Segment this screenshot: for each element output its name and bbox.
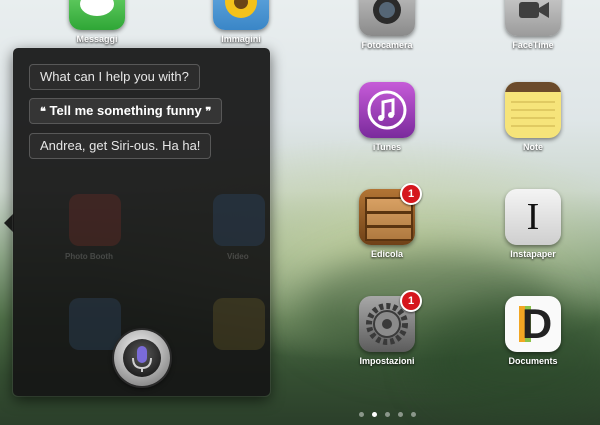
- instapaper-glyph: I: [526, 196, 540, 238]
- notification-badge: 1: [400, 290, 422, 312]
- app-label: Immagini: [221, 34, 261, 44]
- app-edicola[interactable]: 1 Edicola: [342, 183, 432, 259]
- notification-badge: 1: [400, 183, 422, 205]
- app-itunes[interactable]: iTunes: [342, 82, 432, 152]
- ghost-app-icon: [69, 194, 121, 246]
- app-label: Note: [523, 142, 543, 152]
- page-indicator[interactable]: [355, 404, 420, 417]
- mic-button-inner: [123, 339, 161, 377]
- ghost-app-label: Photo Booth: [65, 252, 113, 261]
- ghost-app-icon: [213, 194, 265, 246]
- siri-response-text: Andrea, get Siri-ous. Ha ha!: [40, 138, 201, 153]
- documents-glyph: D: [521, 300, 553, 347]
- documents-icon: D: [505, 296, 561, 352]
- app-label: iTunes: [372, 142, 402, 152]
- app-messaggi[interactable]: Messaggi: [52, 0, 142, 44]
- app-label: Documents: [508, 356, 558, 366]
- messages-icon: [69, 0, 125, 30]
- app-facetime[interactable]: FaceTime: [488, 0, 578, 50]
- app-label: Fotocamera: [361, 40, 413, 50]
- app-label: Impostazioni: [359, 356, 415, 366]
- itunes-icon: [359, 82, 415, 138]
- app-instapaper[interactable]: I Instapaper: [488, 189, 578, 259]
- photos-sunflower-icon: [213, 0, 269, 30]
- microphone-icon: [132, 346, 152, 372]
- app-note[interactable]: Note: [488, 82, 578, 152]
- page-dot: [385, 412, 390, 417]
- facetime-icon: [505, 0, 561, 36]
- app-documents[interactable]: D Documents: [488, 296, 578, 366]
- user-query-bubble[interactable]: ❝ Tell me something funny ❞: [29, 98, 223, 124]
- user-query-text: Tell me something funny: [49, 103, 202, 118]
- camera-icon: [359, 0, 415, 36]
- notes-icon: [505, 82, 561, 138]
- page-dot: [359, 412, 364, 417]
- app-label: Instapaper: [510, 249, 556, 259]
- close-quote-icon: ❞: [205, 106, 212, 118]
- ghost-app-icon: [69, 298, 121, 350]
- app-immagini[interactable]: Immagini: [196, 0, 286, 44]
- app-label: FaceTime: [512, 40, 554, 50]
- app-label: Messaggi: [76, 34, 118, 44]
- siri-response-bubble: Andrea, get Siri-ous. Ha ha!: [29, 133, 212, 159]
- page-dot: [411, 412, 416, 417]
- siri-prompt-text: What can I help you with?: [40, 69, 189, 84]
- page-dot: [398, 412, 403, 417]
- instapaper-icon: I: [505, 189, 561, 245]
- ghost-app-label: Video: [227, 252, 249, 261]
- page-dot: [372, 412, 377, 417]
- siri-prompt-bubble: What can I help you with?: [29, 64, 200, 90]
- open-quote-icon: ❝: [40, 106, 46, 118]
- app-fotocamera[interactable]: Fotocamera: [342, 0, 432, 50]
- ghost-app-icon: [213, 298, 265, 350]
- siri-mic-button[interactable]: [114, 330, 170, 386]
- app-label: Edicola: [370, 249, 403, 259]
- app-impostazioni[interactable]: 1 Impostazioni: [342, 290, 432, 366]
